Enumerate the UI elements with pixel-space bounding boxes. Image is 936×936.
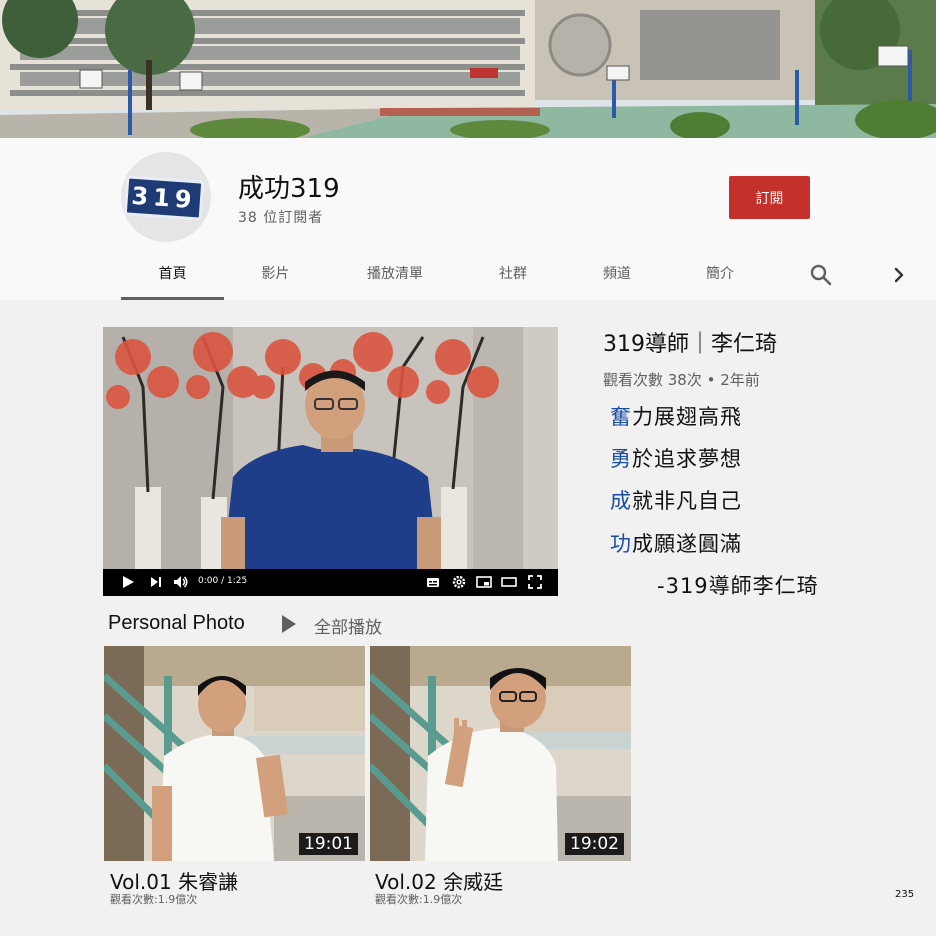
- play-all-button[interactable]: 全部播放: [314, 613, 382, 638]
- featured-video-meta: 觀看次數 38次 • 2年前: [603, 371, 760, 389]
- description-line: 奮力展翅高飛: [610, 401, 742, 431]
- description-rest: 就非凡自己: [632, 489, 742, 513]
- channel-banner: [0, 0, 936, 138]
- description-initial: 成: [610, 489, 632, 513]
- miniplayer-icon[interactable]: [476, 575, 492, 589]
- video-duration: 19:02: [565, 833, 624, 855]
- video-thumbnail[interactable]: 19:01: [104, 646, 365, 861]
- tab-channels[interactable]: 頻道: [565, 251, 669, 297]
- channel-tabs: 首頁 影片 播放清單 社群 頻道 簡介: [121, 251, 921, 300]
- video-duration: 19:01: [299, 833, 358, 855]
- captions-icon[interactable]: [426, 575, 440, 589]
- volume-icon[interactable]: [173, 575, 189, 589]
- next-icon[interactable]: [149, 575, 163, 589]
- description-line: 成就非凡自己: [610, 485, 742, 515]
- subscribe-button[interactable]: 訂閱: [729, 176, 810, 219]
- tab-videos[interactable]: 影片: [224, 251, 327, 297]
- description-initial: 奮: [610, 405, 632, 429]
- chevron-right-icon[interactable]: [887, 263, 911, 287]
- gear-icon[interactable]: [452, 575, 466, 589]
- description-initial: 功: [610, 532, 632, 556]
- banner-image: [0, 0, 936, 138]
- channel-name: 成功319: [238, 174, 340, 204]
- thumbnail-image: [370, 646, 631, 861]
- description-line: 功成願遂圓滿: [610, 528, 742, 558]
- playlist-title[interactable]: Personal Photo: [108, 612, 245, 635]
- video-views: 觀看次數:1.9億次: [110, 893, 198, 906]
- channel-avatar[interactable]: 319: [121, 152, 211, 242]
- channel-header: 319 成功319 38 位訂閱者 訂閱 首頁 影片 播放清單 社群 頻道 簡介: [0, 138, 936, 300]
- video-views: 觀看次數:1.9億次: [375, 893, 463, 906]
- description-rest: 成願遂圓滿: [632, 532, 742, 556]
- fullscreen-icon[interactable]: [528, 575, 542, 589]
- description-rest: 於追求夢想: [632, 447, 742, 471]
- theater-icon[interactable]: [501, 575, 517, 589]
- page-number: 235: [895, 889, 915, 900]
- tab-home[interactable]: 首頁: [121, 251, 224, 300]
- video-frame: [103, 327, 558, 569]
- tab-community[interactable]: 社群: [461, 251, 565, 297]
- description-signature: -319導師李仁琦: [657, 574, 819, 598]
- video-thumbnail[interactable]: 19:02: [370, 646, 631, 861]
- featured-video-title[interactable]: 319導師｜李仁琦: [603, 326, 777, 358]
- description-line: 勇於追求夢想: [610, 443, 742, 473]
- description-rest: 力展翅高飛: [632, 405, 742, 429]
- description-initial: 勇: [610, 447, 632, 471]
- player-time: 0:00 / 1:25: [198, 576, 248, 586]
- tab-about[interactable]: 簡介: [668, 251, 772, 297]
- subscriber-count: 38 位訂閱者: [238, 210, 324, 226]
- featured-video-player[interactable]: 0:00 / 1:25: [103, 327, 558, 596]
- play-all-icon[interactable]: [280, 613, 298, 635]
- tab-playlists[interactable]: 播放清單: [343, 251, 447, 297]
- play-icon[interactable]: [121, 575, 135, 589]
- search-icon[interactable]: [809, 263, 833, 287]
- player-controls: 0:00 / 1:25: [103, 569, 558, 596]
- thumbnail-image: [104, 646, 365, 861]
- avatar-plate: 319: [123, 175, 205, 221]
